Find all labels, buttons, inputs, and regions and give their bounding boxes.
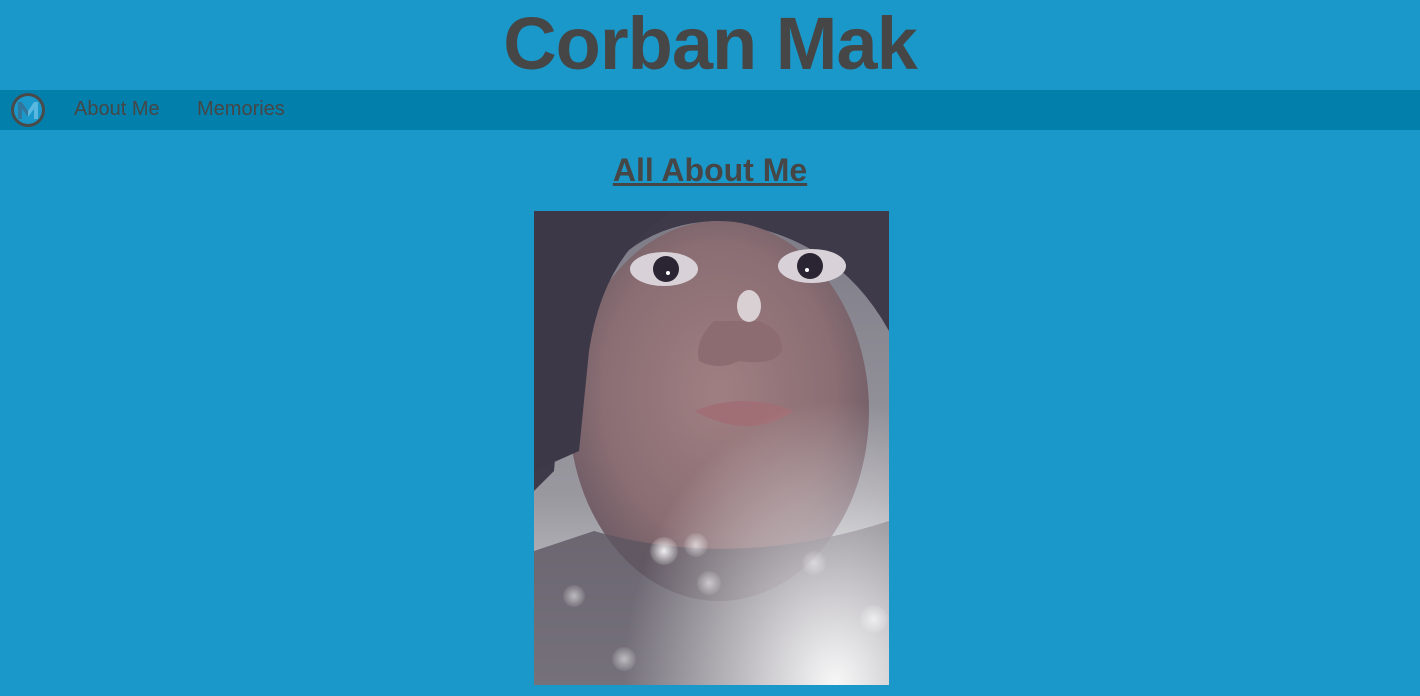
navbar: About Me Memories — [0, 90, 1420, 130]
page-heading: All About Me — [612, 152, 808, 188]
nav-link-about-me[interactable]: About Me — [74, 90, 160, 130]
site-header: Corban Mak — [0, 0, 1420, 90]
nav-link-memories[interactable]: Memories — [197, 90, 285, 130]
m-logo-icon[interactable] — [10, 92, 46, 128]
portrait-photo — [534, 211, 889, 685]
portrait-image — [534, 211, 889, 685]
site-title: Corban Mak — [503, 2, 918, 85]
